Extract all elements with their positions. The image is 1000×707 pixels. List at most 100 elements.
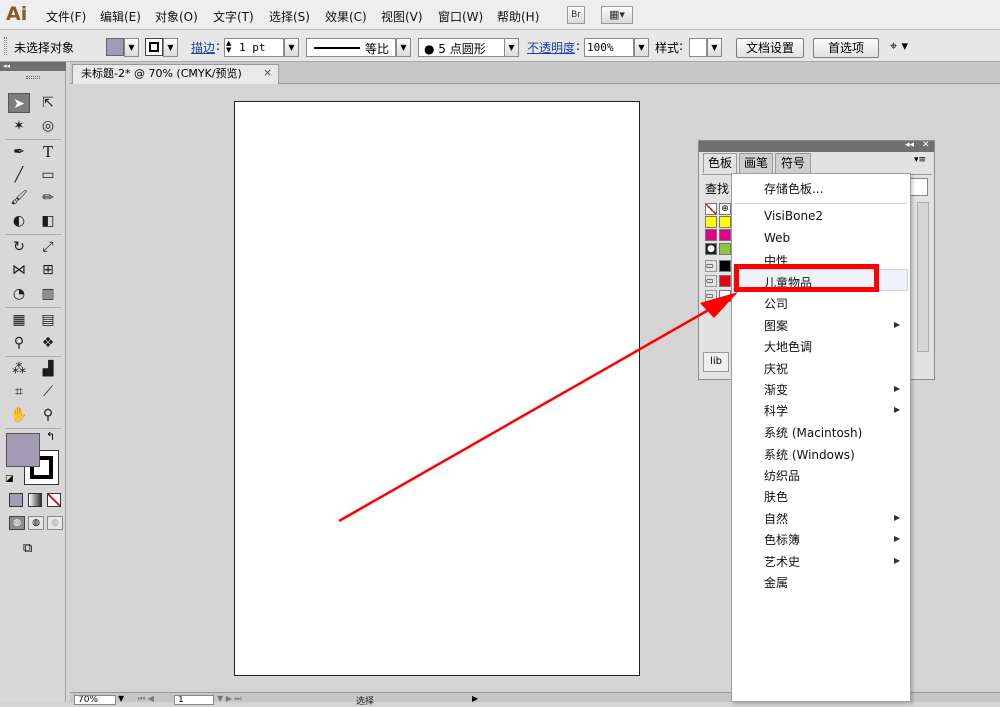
menu-help[interactable]: 帮助(H) [497,8,539,25]
type-tool-icon[interactable]: T [37,142,59,162]
arrange-documents-button[interactable]: ▦▾ [601,6,633,24]
width-tool-icon[interactable]: ⋈ [8,260,30,280]
first-page-icon[interactable]: ⏮ ◀ [138,694,154,704]
swap-colors-icon[interactable]: ↰ [46,430,55,443]
stroke-weight-dropdown[interactable]: ▼ [284,38,299,57]
tab-brushes[interactable]: 画笔 [739,153,773,173]
preferences-button[interactable]: 首选项 [813,38,879,58]
draw-normal-icon[interactable]: ◍ [9,516,25,530]
swatch-magenta-2[interactable] [719,229,731,241]
swatch-registration[interactable]: ⊕ [719,203,731,215]
artboard[interactable] [234,101,640,676]
brush-dropdown[interactable]: ▼ [504,38,519,57]
direct-selection-tool-icon[interactable]: ⇱ [37,93,59,113]
menu-item[interactable]: 纺织品 [764,467,800,484]
default-colors-icon[interactable]: ◪ [5,474,14,484]
menu-item[interactable]: 大地色调 [764,338,812,355]
collapse-icon[interactable]: ◂◂ [3,62,10,70]
swatch-red[interactable] [719,275,731,287]
lasso-tool-icon[interactable]: ◎ [37,116,59,136]
folder-icon[interactable]: ▭ [705,260,717,272]
menu-file[interactable]: 文件(F) [46,8,86,25]
menu-item[interactable]: 公司 [764,295,788,312]
selection-tool-icon[interactable]: ➤ [8,93,30,113]
menu-view[interactable]: 视图(V) [381,8,423,25]
panel-menu-icon[interactable]: ▾≡ [914,155,926,165]
menu-item[interactable]: 渐变 [764,381,788,398]
color-mode-icon[interactable] [9,493,23,507]
paintbrush-tool-icon[interactable]: 🖌 [8,188,30,208]
tab-swatches[interactable]: 色板 [703,153,737,173]
bridge-button[interactable]: Br [567,6,585,24]
menu-item[interactable]: Web [764,231,790,245]
fill-dropdown-arrow[interactable]: ▼ [124,38,139,57]
zoom-field[interactable]: 70% [74,695,116,705]
none-mode-icon[interactable] [47,493,61,507]
stepper-icon[interactable]: ▲ ▼ [226,40,231,54]
screen-mode-icon[interactable]: ⧉ [23,541,32,556]
zoom-tool-icon[interactable]: ⚲ [37,405,59,425]
next-page-icon[interactable]: ▼ ▶ ⏭ [217,694,242,704]
document-setup-button[interactable]: 文档设置 [736,38,804,58]
tab-symbols[interactable]: 符号 [775,153,811,173]
artboard-tool-icon[interactable]: ⌗ [8,382,30,402]
panel-collapse-icon[interactable]: ◂◂ [905,140,914,150]
swatch-search-input[interactable] [910,178,928,196]
stroke-dropdown-arrow[interactable]: ▼ [163,38,178,57]
style-swatch[interactable] [689,38,707,57]
stroke-profile-dropdown[interactable]: ▼ [396,38,411,57]
swatch-none[interactable] [705,203,717,215]
stroke-label[interactable]: 描边 [191,39,215,56]
document-tab[interactable]: 未标题-2* @ 70% (CMYK/预览) [72,64,279,84]
swatch-yellow-2[interactable] [719,216,731,228]
symbol-sprayer-tool-icon[interactable]: ⁂ [8,359,30,379]
swatch-magenta[interactable] [705,229,717,241]
rectangle-tool-icon[interactable]: ▭ [37,165,59,185]
swatch-yellow[interactable] [705,216,717,228]
line-tool-icon[interactable]: ╱ [8,165,30,185]
eyedropper-tool-icon[interactable]: ⚲ [8,333,30,353]
eraser-tool-icon[interactable]: ◧ [37,211,59,231]
menu-item[interactable]: 科学 [764,402,788,419]
menu-select[interactable]: 选择(S) [269,8,310,25]
menu-effect[interactable]: 效果(C) [325,8,367,25]
free-transform-tool-icon[interactable]: ⊞ [37,260,59,280]
menu-item[interactable]: 存储色板... [764,180,823,197]
panel-scrollbar[interactable] [917,202,929,352]
menu-item[interactable]: 庆祝 [764,360,788,377]
rotate-tool-icon[interactable]: ↻ [8,237,30,257]
shape-builder-tool-icon[interactable]: ◔ [8,284,30,304]
menu-item[interactable]: 金属 [764,574,788,591]
blob-brush-tool-icon[interactable]: ◐ [8,211,30,231]
menu-object[interactable]: 对象(O) [155,8,198,25]
fill-color-box[interactable] [6,433,40,467]
menu-item[interactable]: 图案 [764,317,788,334]
menu-item[interactable]: 系统 (Windows) [764,446,855,463]
menu-edit[interactable]: 编辑(E) [100,8,141,25]
mesh-tool-icon[interactable]: ▦ [8,310,30,330]
pen-tool-icon[interactable]: ✒ [8,142,30,162]
magic-wand-tool-icon[interactable]: ✶ [8,116,30,136]
menu-item[interactable]: 色标簿 [764,531,800,548]
pencil-tool-icon[interactable]: ✏ [37,188,59,208]
perspective-grid-tool-icon[interactable]: ▥ [37,284,59,304]
folder-icon[interactable]: ▭ [705,290,717,302]
hand-tool-icon[interactable]: ✋ [8,405,30,425]
folder-icon[interactable]: ▭ [705,275,717,287]
arrange-icon[interactable]: ⌖ ▾ [890,39,908,54]
gradient-tool-icon[interactable]: ▤ [37,310,59,330]
column-graph-tool-icon[interactable]: ▟ [37,359,59,379]
slice-tool-icon[interactable]: ⟋ [37,382,59,402]
menu-item[interactable]: 系统 (Macintosh) [764,424,862,441]
opacity-label[interactable]: 不透明度 [527,39,575,56]
swatch-libraries-menu-icon[interactable]: lib [703,352,729,372]
swatch-black[interactable] [719,260,731,272]
stroke-color-swatch[interactable] [145,38,163,56]
menu-item[interactable]: VisiBone2 [764,209,823,223]
close-tab-icon[interactable]: × [263,66,272,79]
blend-tool-icon[interactable]: ❖ [37,333,59,353]
menu-window[interactable]: 窗口(W) [438,8,483,25]
gradient-mode-icon[interactable] [28,493,42,507]
fill-color-swatch[interactable] [106,38,124,56]
opacity-dropdown[interactable]: ▼ [634,38,649,57]
